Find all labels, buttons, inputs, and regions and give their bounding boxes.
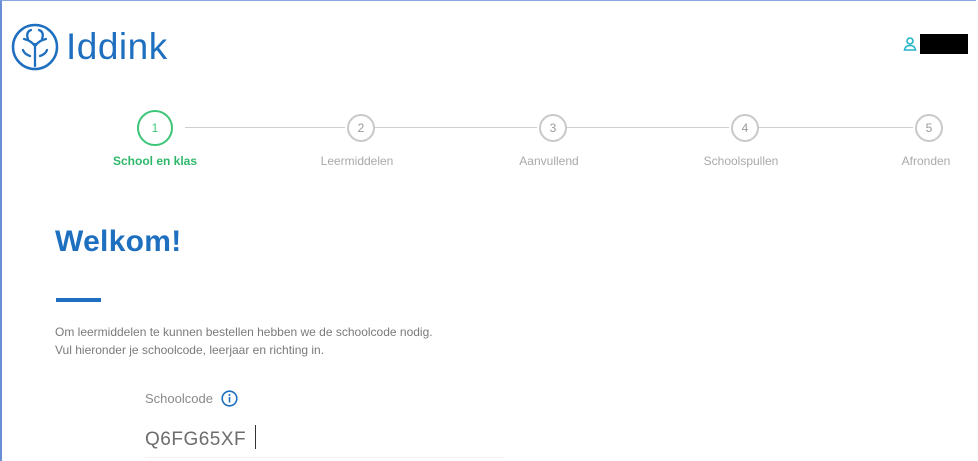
step-2-circle[interactable]: 2 — [347, 114, 375, 142]
text-caret — [255, 425, 256, 449]
step-connector — [567, 127, 729, 128]
info-icon[interactable] — [221, 390, 238, 407]
step-4-circle[interactable]: 4 — [731, 114, 759, 142]
schoolcode-label-row: Schoolcode — [145, 390, 238, 407]
step-number: 3 — [549, 121, 557, 135]
step-5-circle[interactable]: 5 — [915, 114, 943, 142]
site-header: Iddink — [8, 20, 968, 71]
step-1-label[interactable]: School en klas — [113, 154, 197, 168]
step-number: 1 — [151, 121, 159, 135]
account-name — [920, 34, 968, 54]
schoolcode-input[interactable] — [145, 422, 505, 458]
brand-logo[interactable]: Iddink — [10, 22, 168, 72]
user-icon — [903, 36, 917, 52]
schoolcode-input-underline — [145, 457, 505, 458]
step-3-label[interactable]: Aanvullend — [519, 154, 578, 168]
checkout-stepper: 1 2 3 4 5 School en klas Leermiddelen Aa… — [0, 110, 976, 180]
title-underline — [56, 298, 101, 302]
intro-text: Om leermiddelen te kunnen bestellen hebb… — [55, 323, 433, 359]
step-connector — [185, 127, 345, 128]
account-menu[interactable] — [903, 34, 968, 54]
step-5-label[interactable]: Afronden — [902, 154, 951, 168]
step-number: 2 — [357, 121, 365, 135]
step-number: 4 — [741, 121, 749, 135]
brand-name: Iddink — [66, 26, 168, 67]
step-number: 5 — [925, 121, 933, 135]
step-connector — [759, 127, 913, 128]
intro-line-2: Vul hieronder je schoolcode, leerjaar en… — [55, 343, 325, 357]
step-2-label[interactable]: Leermiddelen — [321, 154, 394, 168]
iddink-logo-icon — [10, 22, 60, 72]
page-title: Welkom! — [55, 225, 182, 258]
schoolcode-label: Schoolcode — [145, 391, 213, 406]
intro-line-1: Om leermiddelen te kunnen bestellen hebb… — [55, 325, 433, 339]
step-1-circle[interactable]: 1 — [137, 110, 173, 146]
step-4-label[interactable]: Schoolspullen — [704, 154, 779, 168]
step-connector — [375, 127, 537, 128]
step-3-circle[interactable]: 3 — [539, 114, 567, 142]
